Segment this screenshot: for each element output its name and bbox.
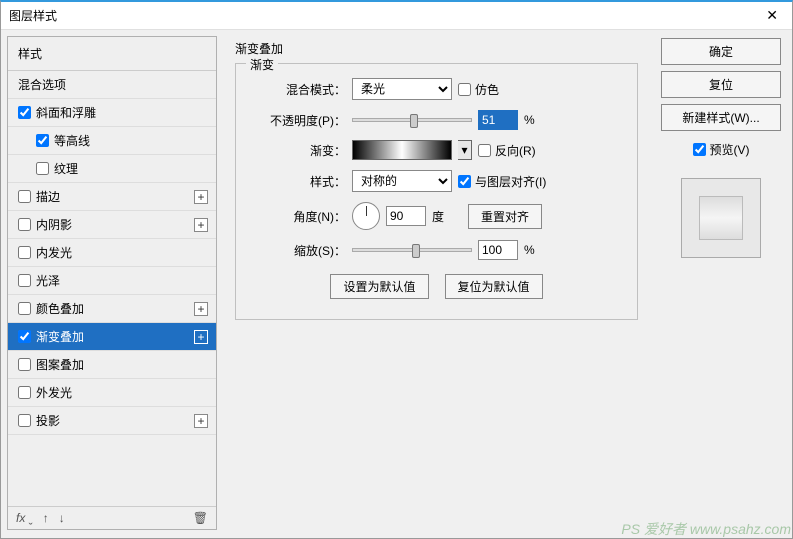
color-overlay-checkbox[interactable] [18,302,31,315]
scale-input[interactable] [478,240,518,260]
settings-panel: 渐变叠加 渐变 混合模式： 柔光 仿色 不透明度(P)： % [225,36,648,530]
stroke-item[interactable]: 描边 + [8,183,216,211]
new-style-button[interactable]: 新建样式(W)... [661,104,781,131]
satin-checkbox[interactable] [18,274,31,287]
color-overlay-item[interactable]: 颜色叠加 + [8,295,216,323]
titlebar: 图层样式 ✕ [1,2,792,30]
pattern-overlay-checkbox[interactable] [18,358,31,371]
reset-default-button[interactable]: 复位为默认值 [445,274,543,299]
style-label: 样式： [256,173,346,190]
blend-mode-row: 混合模式： 柔光 仿色 [256,78,617,100]
gradient-fieldset: 渐变 混合模式： 柔光 仿色 不透明度(P)： % 渐变： [235,63,638,320]
gradient-overlay-checkbox[interactable] [18,330,31,343]
fieldset-legend: 渐变 [246,56,278,73]
style-select[interactable]: 对称的 [352,170,452,192]
window-title: 图层样式 [9,7,57,24]
reverse-checkbox[interactable] [478,144,491,157]
gradient-dropdown-icon[interactable]: ▾ [458,140,472,160]
default-buttons-row: 设置为默认值 复位为默认值 [256,274,617,299]
styles-header: 样式 [8,37,216,71]
close-button[interactable]: ✕ [760,7,784,24]
inner-shadow-item[interactable]: 内阴影 + [8,211,216,239]
gradient-swatch[interactable] [352,140,452,160]
preview-check[interactable]: 预览(V) [693,141,750,158]
gradient-overlay-add-icon[interactable]: + [194,330,208,344]
preview-checkbox[interactable] [693,143,706,156]
styles-panel: 样式 混合选项 斜面和浮雕 等高线 纹理 描边 + [7,36,217,530]
texture-checkbox[interactable] [36,162,49,175]
move-up-icon[interactable]: ↑ [43,511,49,525]
gradient-overlay-item[interactable]: 渐变叠加 + [8,323,216,351]
right-panel: 确定 复位 新建样式(W)... 预览(V) [656,36,786,530]
reset-align-button[interactable]: 重置对齐 [468,204,542,229]
cancel-button[interactable]: 复位 [661,71,781,98]
styles-footer: fx ˬ ↑ ↓ 🗑 [8,506,216,529]
styles-list: 混合选项 斜面和浮雕 等高线 纹理 描边 + [8,71,216,506]
gradient-row: 渐变： ▾ 反向(R) [256,140,617,160]
stroke-checkbox[interactable] [18,190,31,203]
move-down-icon[interactable]: ↓ [59,511,65,525]
set-default-button[interactable]: 设置为默认值 [330,274,428,299]
color-overlay-add-icon[interactable]: + [194,302,208,316]
preview-thumbnail [699,196,743,240]
blending-options-item[interactable]: 混合选项 [8,71,216,99]
stroke-add-icon[interactable]: + [194,190,208,204]
scale-row: 缩放(S)： % [256,240,617,260]
drop-shadow-item[interactable]: 投影 + [8,407,216,435]
align-checkbox[interactable] [458,175,471,188]
delete-icon[interactable]: 🗑 [193,511,208,525]
drop-shadow-checkbox[interactable] [18,414,31,427]
texture-item[interactable]: 纹理 [8,155,216,183]
outer-glow-checkbox[interactable] [18,386,31,399]
scale-slider[interactable] [352,248,472,252]
pattern-overlay-item[interactable]: 图案叠加 [8,351,216,379]
inner-glow-checkbox[interactable] [18,246,31,259]
ok-button[interactable]: 确定 [661,38,781,65]
contour-checkbox[interactable] [36,134,49,147]
blend-mode-label: 混合模式： [256,81,346,98]
opacity-slider[interactable] [352,118,472,122]
reverse-check[interactable]: 反向(R) [478,142,536,159]
content: 样式 混合选项 斜面和浮雕 等高线 纹理 描边 + [1,30,792,536]
dither-check[interactable]: 仿色 [458,81,499,98]
align-check[interactable]: 与图层对齐(I) [458,173,546,190]
fx-icon[interactable]: fx ˬ [16,511,33,525]
angle-label: 角度(N)： [256,208,346,225]
dither-checkbox[interactable] [458,83,471,96]
style-row: 样式： 对称的 与图层对齐(I) [256,170,617,192]
opacity-row: 不透明度(P)： % [256,110,617,130]
inner-shadow-add-icon[interactable]: + [194,218,208,232]
scale-label: 缩放(S)： [256,242,346,259]
bevel-checkbox[interactable] [18,106,31,119]
drop-shadow-add-icon[interactable]: + [194,414,208,428]
angle-row: 角度(N)： 度 重置对齐 [256,202,617,230]
bevel-emboss-item[interactable]: 斜面和浮雕 [8,99,216,127]
section-title: 渐变叠加 [235,40,638,57]
angle-input[interactable] [386,206,426,226]
contour-item[interactable]: 等高线 [8,127,216,155]
outer-glow-item[interactable]: 外发光 [8,379,216,407]
layer-style-dialog: 图层样式 ✕ 样式 混合选项 斜面和浮雕 等高线 纹理 [0,0,793,539]
opacity-input[interactable] [478,110,518,130]
gradient-label: 渐变： [256,142,346,159]
blend-mode-select[interactable]: 柔光 [352,78,452,100]
satin-item[interactable]: 光泽 [8,267,216,295]
inner-shadow-checkbox[interactable] [18,218,31,231]
inner-glow-item[interactable]: 内发光 [8,239,216,267]
angle-dial[interactable] [352,202,380,230]
preview-box [681,178,761,258]
opacity-label: 不透明度(P)： [256,112,346,129]
